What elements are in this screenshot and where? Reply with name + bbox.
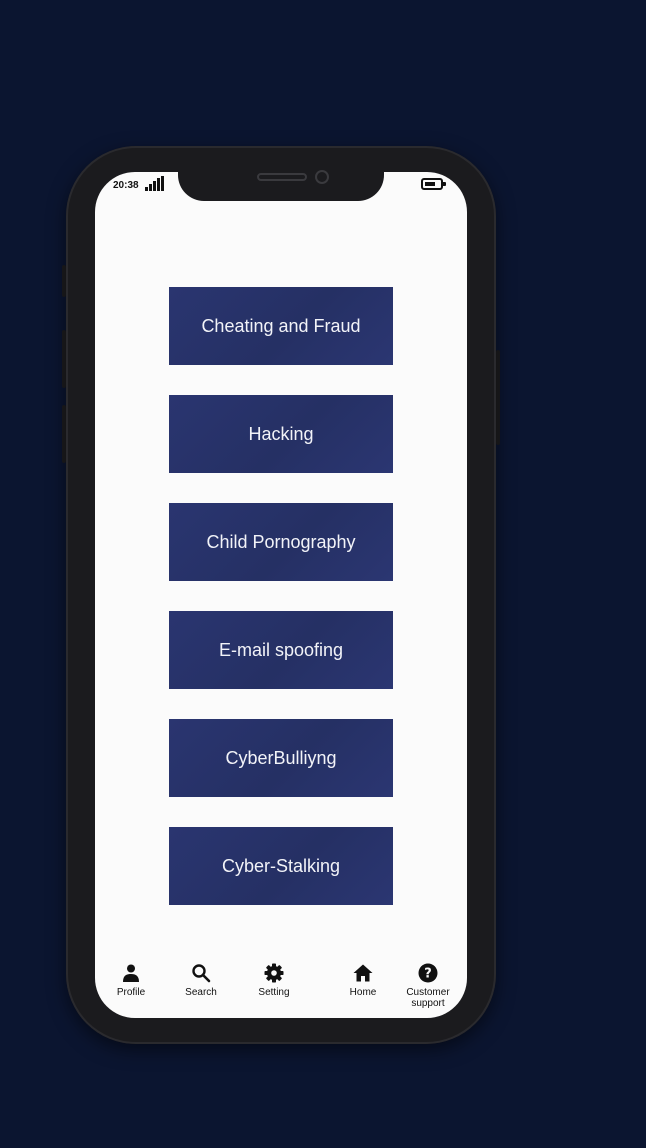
category-label: Cheating and Fraud [201,315,361,336]
help-icon: ? [417,962,439,984]
signal-icon [145,176,165,191]
category-button-cyberbullying[interactable]: CyberBulliyng [169,719,393,797]
nav-label: Search [185,987,217,998]
nav-label: Home [349,987,377,998]
category-button-child-pornography[interactable]: Child Pornography [169,503,393,581]
nav-search[interactable]: Search [182,962,220,998]
nav-label: Setting [258,987,290,998]
category-label: CyberBulliyng [225,747,337,768]
gear-icon [263,962,285,984]
svg-text:?: ? [424,967,432,982]
category-button-cheating-fraud[interactable]: Cheating and Fraud [169,287,393,365]
category-button-email-spoofing[interactable]: E-mail spoofing [169,611,393,689]
home-icon [352,962,374,984]
category-label: Hacking [248,423,314,444]
power-button [496,350,500,445]
front-camera [315,170,329,184]
status-time: 20:38 [113,180,139,191]
category-button-hacking[interactable]: Hacking [169,395,393,473]
battery-icon [421,178,446,190]
category-button-cyber-stalking[interactable]: Cyber-Stalking [169,827,393,905]
category-label: Cyber-Stalking [221,855,341,876]
nav-setting[interactable]: Setting [255,962,293,998]
category-label: Child Pornography [206,531,356,552]
nav-label: Customer support [406,987,450,1009]
nav-label: Profile [116,987,146,998]
speaker-grille [257,173,307,181]
category-label: E-mail spoofing [218,639,344,660]
page-background: 20:38 Cheating and Fraud Hacking Child P… [0,0,646,1148]
nav-profile[interactable]: Profile [113,962,149,998]
nav-home[interactable]: Home [346,962,380,998]
nav-customer-support[interactable]: ? Customer support [402,962,454,1009]
person-icon [120,962,142,984]
search-icon [190,962,212,984]
